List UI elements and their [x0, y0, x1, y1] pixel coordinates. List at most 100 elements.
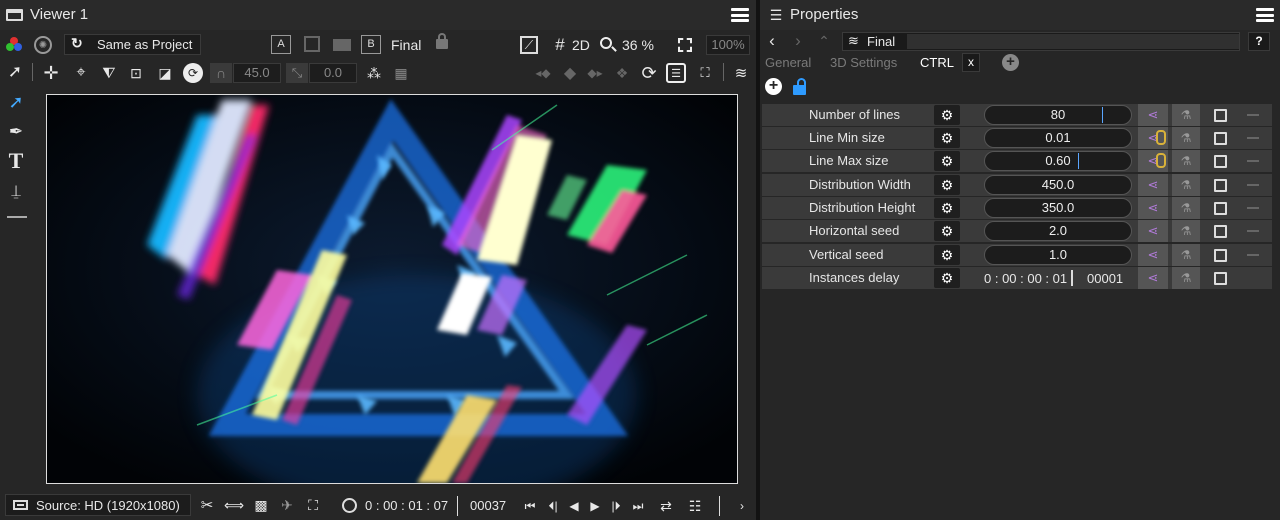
pin-icon[interactable]: ✈ [277, 495, 297, 515]
tab-ctrl[interactable]: CTRL [920, 55, 954, 70]
angle-field[interactable]: 45.0 [233, 63, 281, 83]
copy-icon[interactable] [304, 36, 320, 52]
transparency-icon[interactable]: ⟋ [520, 36, 538, 54]
settings-icon[interactable]: ☰ [666, 63, 686, 83]
unlock-icon[interactable] [793, 78, 806, 95]
go-start-icon[interactable]: ⏮ [520, 496, 540, 516]
remove-param-icon[interactable] [1247, 254, 1259, 256]
snapshot-icon[interactable]: ⛶ [303, 495, 323, 515]
param-value-field[interactable]: 80 [984, 105, 1132, 125]
width-icon[interactable]: ⟺ [224, 495, 244, 515]
offset-icon[interactable]: ⤡ [286, 63, 308, 83]
go-end-icon[interactable]: ⏭ [628, 496, 648, 516]
frame-count[interactable]: 00037 [470, 498, 506, 513]
play-backward-icon[interactable]: ◀ [565, 496, 583, 516]
zoom-percent-field[interactable]: 100% [706, 35, 750, 55]
remove-param-icon[interactable] [1247, 160, 1259, 162]
param-frames[interactable]: 00001 [1087, 271, 1123, 286]
move-icon[interactable]: ✛ [40, 62, 62, 84]
param-value-field[interactable]: 450.0 [984, 175, 1132, 195]
share-icon[interactable]: ⋖ [1138, 244, 1168, 266]
viewer-canvas[interactable] [46, 94, 738, 484]
flask-icon[interactable]: ⚗ [1172, 267, 1200, 289]
tab-3d-settings[interactable]: 3D Settings [830, 55, 897, 70]
compare-a-button[interactable]: A [271, 35, 291, 54]
param-value-field[interactable]: 0.01 [984, 128, 1132, 148]
playback-settings-icon[interactable]: ☷ [684, 496, 706, 516]
keyframe-group-icon[interactable]: ❖ [612, 63, 632, 83]
link-icon[interactable] [1156, 130, 1166, 145]
forward-icon[interactable]: › [790, 31, 806, 50]
hamburger-menu-icon[interactable] [731, 8, 749, 22]
hamburger-menu-icon[interactable] [1256, 8, 1274, 22]
compare-b-button[interactable]: B [361, 35, 381, 54]
param-checkbox[interactable] [1214, 109, 1227, 122]
share-icon[interactable]: ⋖ [1138, 174, 1168, 196]
add-tab-icon[interactable]: + [1002, 54, 1019, 71]
next-keyframe-icon[interactable]: ◆▸ [585, 63, 605, 83]
tab-close-button[interactable]: x [962, 53, 980, 72]
gear-icon[interactable]: ⚙ [934, 151, 960, 171]
param-value-field[interactable]: 1.0 [984, 245, 1132, 265]
layer-name-field[interactable] [907, 34, 1239, 49]
param-checkbox[interactable] [1214, 225, 1227, 238]
flask-icon[interactable]: ⚗ [1172, 150, 1200, 172]
back-icon[interactable]: ‹ [764, 31, 780, 50]
param-checkbox[interactable] [1214, 132, 1227, 145]
remove-param-icon[interactable] [1247, 137, 1259, 139]
flask-icon[interactable]: ⚗ [1172, 220, 1200, 242]
up-icon[interactable]: ⌃ [816, 32, 832, 50]
flask-icon[interactable]: ⚗ [1172, 127, 1200, 149]
share-icon[interactable]: ⋖ [1138, 220, 1168, 242]
gear-icon[interactable]: ⚙ [934, 245, 960, 265]
lock-icon[interactable] [436, 33, 448, 49]
final-label[interactable]: Final [391, 37, 421, 53]
remove-param-icon[interactable] [1247, 230, 1259, 232]
source-button[interactable]: Source: HD (1920x1080) [5, 494, 191, 516]
layer-selector[interactable]: ≋ Final [842, 32, 1240, 51]
share-icon[interactable]: ⋖ [1138, 104, 1168, 126]
offset-field[interactable]: 0.0 [309, 63, 357, 83]
layers-icon[interactable]: ≋ [731, 63, 751, 83]
param-timecode[interactable]: 0 : 00 : 00 : 01 [984, 271, 1067, 286]
fit-screen-icon[interactable] [678, 38, 692, 52]
expand-icon[interactable]: › [735, 496, 749, 516]
stamp-icon[interactable]: ⍊ [5, 181, 27, 203]
help-button[interactable]: ? [1248, 32, 1270, 51]
next-frame-icon[interactable]: |⏵ [606, 496, 626, 516]
link-icon[interactable] [1156, 153, 1166, 168]
cut-icon[interactable]: ✂ [197, 495, 217, 515]
share-icon[interactable]: ⋖ [1138, 197, 1168, 219]
remove-param-icon[interactable] [1247, 114, 1259, 116]
remove-param-icon[interactable] [1247, 184, 1259, 186]
param-value-field[interactable]: 0.60 [984, 151, 1132, 171]
scale-icon[interactable]: ◪ [155, 63, 175, 83]
project-settings-button[interactable]: ↻ Same as Project [64, 34, 201, 55]
flask-icon[interactable]: ⚗ [1172, 174, 1200, 196]
gear-icon[interactable]: ⚙ [934, 221, 960, 241]
crop-icon[interactable]: ⊡ [126, 63, 146, 83]
gear-icon[interactable]: ⚙ [934, 128, 960, 148]
flask-icon[interactable]: ⚗ [1172, 197, 1200, 219]
prev-frame-icon[interactable]: ⏴| [543, 496, 563, 516]
motion-blur-icon[interactable]: ⛶ [695, 63, 715, 83]
mode-2d-label[interactable]: 2D [572, 37, 590, 53]
param-checkbox[interactable] [1214, 202, 1227, 215]
loop-icon[interactable]: ⟳ [638, 63, 660, 83]
play-icon[interactable]: ▶ [586, 496, 604, 516]
grid-icon[interactable]: # [550, 35, 570, 55]
param-value-field[interactable]: 2.0 [984, 221, 1132, 241]
color-channels-icon[interactable] [6, 37, 22, 53]
flask-icon[interactable]: ⚗ [1172, 104, 1200, 126]
tab-general[interactable]: General [765, 55, 811, 70]
gear-icon[interactable]: ⚙ [934, 268, 960, 288]
gear-icon[interactable]: ⚙ [934, 175, 960, 195]
gear-icon[interactable]: ⚙ [934, 105, 960, 125]
snap-grid-icon[interactable]: ▦ [391, 63, 411, 83]
param-checkbox[interactable] [1214, 249, 1227, 262]
param-value-field[interactable]: 350.0 [984, 198, 1132, 218]
flask-icon[interactable]: ⚗ [1172, 244, 1200, 266]
checker-icon[interactable]: ▩ [251, 495, 271, 515]
keyframe-icon[interactable]: ◆ [560, 63, 580, 83]
text-icon[interactable]: T [5, 148, 27, 173]
